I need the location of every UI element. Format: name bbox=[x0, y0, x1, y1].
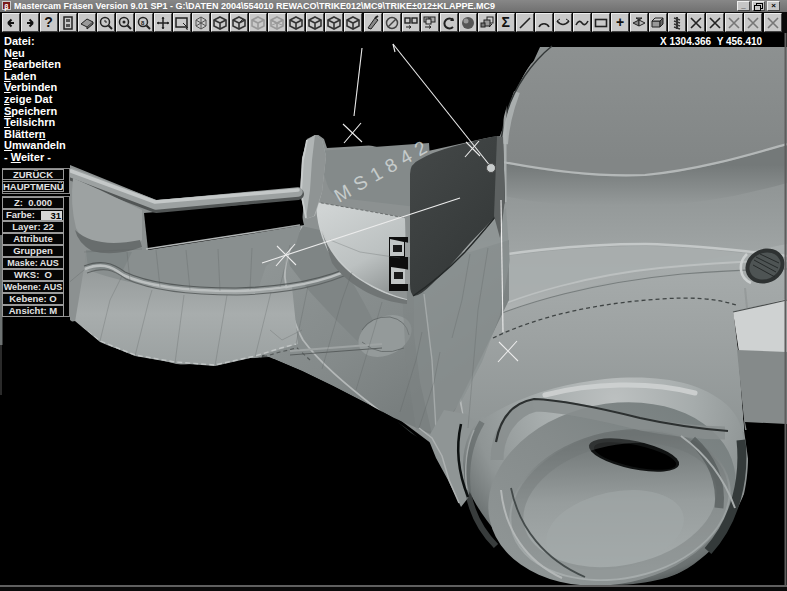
svg-text:8: 8 bbox=[141, 20, 145, 26]
